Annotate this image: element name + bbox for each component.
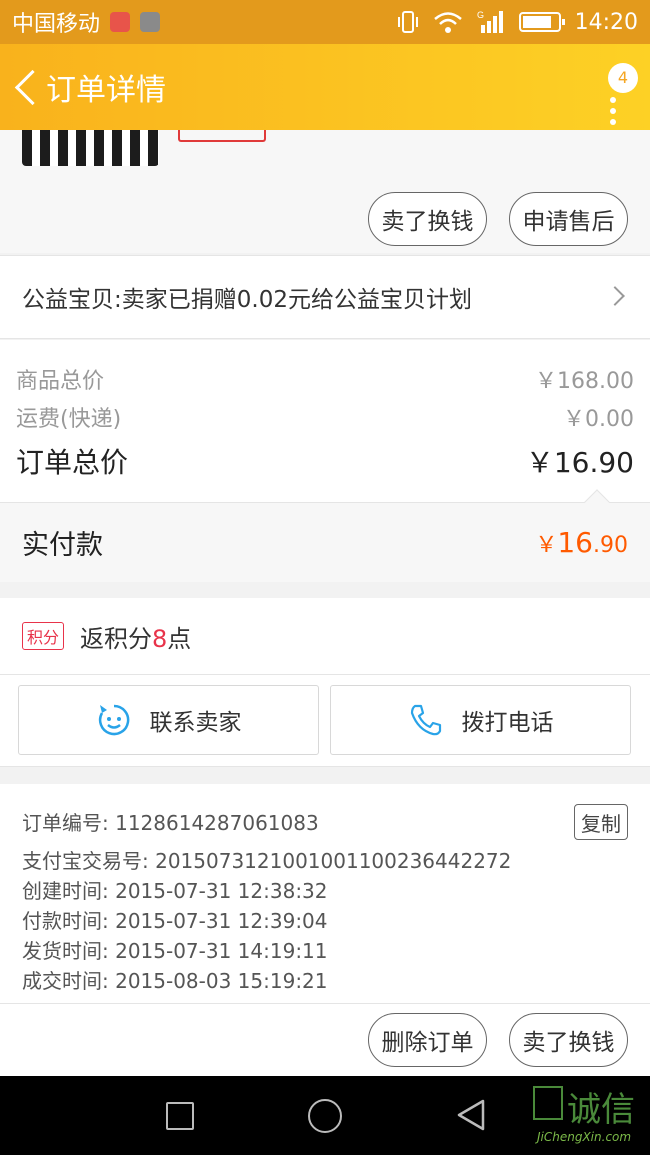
product-section: 卖了换钱 申请售后 [0,130,650,253]
more-dots-icon [610,97,616,130]
notification-badge: 4 [608,63,638,93]
created-time: 创建时间: 2015-07-31 12:38:32 [22,879,328,903]
paid-time: 付款时间: 2015-07-31 12:39:04 [22,909,328,933]
clock: 14:20 [574,9,638,35]
product-thumbnail[interactable] [22,130,159,166]
price-summary: 商品总价 ￥168.00 运费(快递) ￥0.00 订单总价 ￥16.90 [0,340,650,502]
price-value: ￥168.00 [535,369,634,394]
contact-seller-label: 联系卖家 [149,710,242,736]
paid-currency: ￥ [535,533,558,558]
recent-apps-icon[interactable] [166,1102,194,1130]
contact-bar: 联系卖家 拨打电话 [0,675,650,767]
watermark-text: 诚信 [567,1090,635,1130]
price-label: 商品总价 [16,369,105,394]
price-row-total: 订单总价 ￥16.90 [16,436,634,486]
shipped-time: 发货时间: 2015-07-31 14:19:11 [22,939,328,963]
chevron-right-icon [605,286,625,306]
home-icon[interactable] [308,1099,342,1133]
price-row-goods: 商品总价 ￥168.00 [16,360,634,398]
price-row-shipping: 运费(快递) ￥0.00 [16,398,634,436]
price-label: 运费(快递) [16,407,122,432]
nav-back-icon[interactable] [455,1098,487,1132]
price-value: ￥0.00 [563,407,634,432]
points-suffix: 点 [167,624,192,653]
back-arrow-icon[interactable] [12,67,40,107]
copy-button[interactable]: 复制 [574,804,628,840]
contact-seller-button[interactable]: 联系卖家 [18,685,319,755]
after-sales-button[interactable]: 申请售后 [509,192,628,246]
page-title: 订单详情 [46,73,166,108]
paid-label: 实付款 [22,530,103,561]
call-phone-button[interactable]: 拨打电话 [330,685,631,755]
paid-decimal: .90 [593,533,628,558]
order-number: 订单编号: 1128614287061083 [22,811,319,835]
watermark-logo: 诚信 JiChengXin.com [533,1078,648,1153]
product-tag [178,130,266,142]
phone-icon [410,704,441,736]
carrier-name: 中国移动 [12,12,101,37]
watermark-subtext: JiChengXin.com [537,1130,632,1144]
status-bar: 中国移动 G 14:20 [0,0,650,44]
order-actions: 删除订单 卖了换钱 [0,1004,650,1076]
battery-icon [518,12,565,32]
mail-notification-icon [110,12,131,32]
delete-order-button[interactable]: 删除订单 [368,1013,487,1067]
points-badge: 积分 [22,622,65,650]
total-label: 订单总价 [16,446,129,479]
image-notification-icon [140,12,161,32]
points-row: 积分 返积分8点 [0,598,650,675]
points-text: 返积分8点 [80,619,191,654]
watermark-box-icon [533,1086,563,1120]
total-value: ￥16.90 [525,446,634,479]
points-number: 8 [152,624,168,653]
svg-text:G: G [477,10,484,20]
charity-row[interactable]: 公益宝贝:卖家已捐赠0.02元给公益宝贝计划 [0,255,650,339]
paid-integer: 16 [557,526,593,559]
vibrate-icon [397,11,418,33]
sell-for-cash-button-bottom[interactable]: 卖了换钱 [509,1013,628,1067]
wifi-icon [433,12,462,33]
completed-time: 成交时间: 2015-08-03 15:19:21 [22,969,328,993]
charity-text: 公益宝贝:卖家已捐赠0.02元给公益宝贝计划 [22,287,472,313]
points-prefix: 返积分 [80,624,153,653]
signal-icon: G [477,10,503,33]
call-phone-label: 拨打电话 [461,710,554,736]
order-info: 复制 订单编号: 1128614287061083 支付宝交易号: 201507… [0,784,650,1004]
more-menu-button[interactable]: 4 [598,57,638,125]
sell-for-cash-button[interactable]: 卖了换钱 [368,192,487,246]
paid-amount-row: 实付款 ￥16.90 [0,489,650,582]
app-header: 订单详情 4 [0,44,650,130]
chat-face-icon [98,704,129,736]
alipay-trade-number: 支付宝交易号: 2015073121001001100236442272 [22,849,512,873]
paid-amount: ￥16.90 [535,526,628,559]
